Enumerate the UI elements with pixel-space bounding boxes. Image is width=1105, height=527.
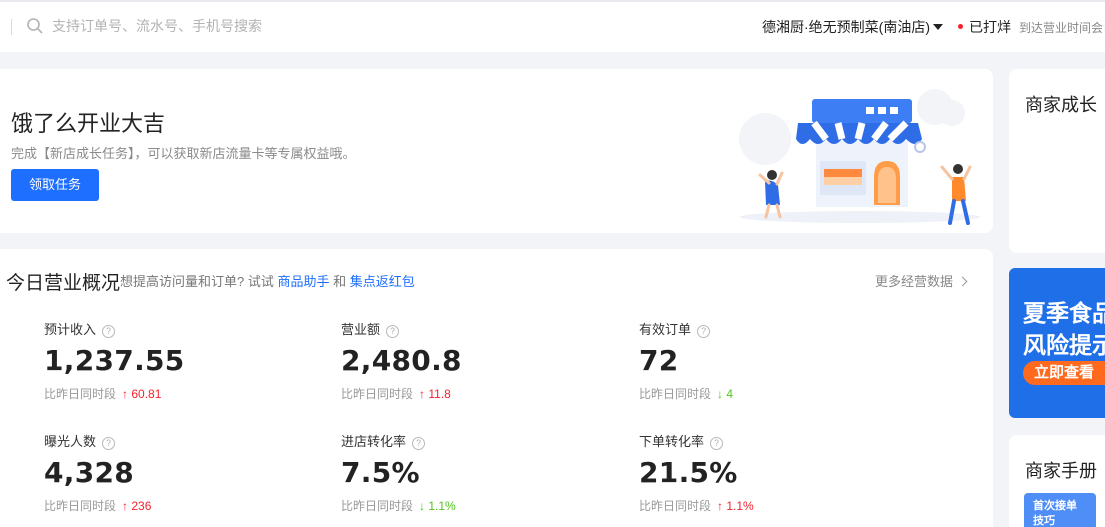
metric-exposure: 曝光人数? 4,328 比昨日同时段 ↑ 236 [44, 431, 324, 514]
metric-delta: 1.1% [726, 499, 754, 513]
banner-description: 完成【新店成长任务】，可以获取新店流量卡等专属权益哦。 [11, 146, 356, 161]
metric-value: 21.5% [639, 456, 738, 489]
help-icon[interactable]: ? [102, 437, 116, 450]
delta-up: ↑ 60.81 [122, 387, 161, 401]
search-input[interactable] [52, 15, 352, 37]
growth-title: 商家成长 [1025, 95, 1097, 115]
arrow-up-icon: ↑ [717, 499, 724, 513]
merchant-manual-card: 商家手册 首次接单 技巧 [1009, 435, 1105, 527]
delta-down: ↓ 4 [717, 387, 733, 401]
arrow-down-icon: ↓ [717, 387, 724, 401]
opening-banner: 饿了么开业大吉 完成【新店成长任务】，可以获取新店流量卡等专属权益哦。 领取任务 [0, 69, 993, 233]
tile-line1: 首次接单 [1033, 500, 1077, 512]
divider [11, 19, 12, 35]
metric-label: 下单转化率 [639, 434, 705, 449]
metric-value: 7.5% [341, 456, 420, 489]
metric-value: 72 [639, 344, 679, 377]
overview-title: 今日营业概况 [6, 273, 121, 294]
claim-task-button[interactable]: 领取任务 [11, 169, 99, 201]
metric-revenue: 营业额? 2,480.8 比昨日同时段 ↑ 11.8 [341, 319, 621, 402]
help-icon[interactable]: ? [386, 325, 400, 338]
metric-label: 有效订单 [639, 322, 692, 337]
metric-value: 2,480.8 [341, 344, 462, 377]
metric-label: 营业额 [341, 322, 381, 337]
help-icon[interactable]: ? [710, 437, 724, 450]
metric-delta: 11.8 [428, 387, 451, 401]
metric-delta: 4 [726, 387, 734, 401]
manual-title: 商家手册 [1025, 461, 1097, 481]
more-business-data-link[interactable]: 更多经营数据 [875, 271, 968, 290]
store-status: 已打烊 [958, 17, 1011, 37]
arrow-down-icon: ↓ [419, 499, 426, 513]
status-dot [958, 24, 963, 29]
compare-label: 比昨日同时段 [44, 499, 117, 513]
banner-title: 饿了么开业大吉 [11, 111, 166, 136]
metric-store-conversion: 进店转化率? 7.5% 比昨日同时段 ↓ 1.1% [341, 431, 621, 514]
promo-line2: 风险提示 [1023, 332, 1105, 358]
today-overview-card: 今日营业概况 想提高访问量和订单? 试试 商品助手 和 集点返红包 更多经营数据… [0, 249, 993, 527]
product-assistant-link[interactable]: 商品助手 [277, 274, 329, 289]
tile-line2: 技巧 [1033, 515, 1055, 527]
delta-up: ↑ 236 [122, 499, 151, 513]
compare-label: 比昨日同时段 [639, 499, 712, 513]
metric-label: 预计收入 [44, 322, 97, 337]
merchant-growth-card: 商家成长 [1009, 69, 1105, 253]
metric-label: 进店转化率 [341, 434, 407, 449]
metric-label: 曝光人数 [44, 434, 97, 449]
status-label: 已打烊 [969, 19, 1011, 35]
arrow-up-icon: ↑ [122, 499, 129, 513]
metric-delta: 60.81 [131, 387, 162, 401]
metric-value: 4,328 [44, 456, 135, 489]
delta-up: ↑ 1.1% [717, 499, 754, 513]
compare-label: 比昨日同时段 [341, 499, 414, 513]
view-now-button[interactable]: 立即查看 [1023, 361, 1105, 385]
points-coupon-link[interactable]: 集点返红包 [350, 274, 415, 289]
more-label: 更多经营数据 [875, 274, 954, 289]
help-icon[interactable]: ? [697, 325, 711, 338]
delta-up: ↑ 11.8 [419, 387, 451, 401]
metric-estimated-income: 预计收入? 1,237.55 比昨日同时段 ↑ 60.81 [44, 319, 324, 402]
top-bar: 德湘厨·绝无预制菜(南油店) 已打烊 到达营业时间会自 [0, 0, 1105, 52]
search-icon [27, 18, 43, 34]
storefront-illustration [739, 89, 980, 225]
metric-delta: 236 [131, 499, 152, 513]
arrow-up-icon: ↑ [122, 387, 129, 401]
compare-label: 比昨日同时段 [44, 387, 117, 401]
metric-order-conversion: 下单转化率? 21.5% 比昨日同时段 ↑ 1.1% [639, 431, 919, 514]
help-icon[interactable]: ? [102, 325, 116, 338]
store-selector[interactable]: 德湘厨·绝无预制菜(南油店) [762, 17, 943, 37]
compare-label: 比昨日同时段 [341, 387, 414, 401]
metric-value: 1,237.55 [44, 344, 185, 377]
arrow-up-icon: ↑ [419, 387, 426, 401]
caret-down-icon [933, 24, 943, 30]
store-name: 德湘厨·绝无预制菜(南油店) [762, 19, 930, 35]
delta-down: ↓ 1.1% [419, 499, 456, 513]
status-note: 到达营业时间会自 [1019, 21, 1105, 35]
promo-line1: 夏季食品 [1023, 300, 1105, 326]
hint-and: 和 [333, 274, 347, 289]
metric-valid-orders: 有效订单? 72 比昨日同时段 ↓ 4 [639, 319, 919, 402]
summer-food-risk-banner[interactable]: 夏季食品 风险提示 立即查看 [1009, 268, 1105, 418]
compare-label: 比昨日同时段 [639, 387, 712, 401]
manual-tile-first-order-tips[interactable]: 首次接单 技巧 [1024, 493, 1096, 527]
hint-prefix: 想提高访问量和订单? 试试 [120, 274, 274, 289]
help-icon[interactable]: ? [412, 437, 426, 450]
chevron-right-icon [957, 276, 968, 287]
overview-hint: 想提高访问量和订单? 试试 商品助手 和 集点返红包 [120, 271, 415, 290]
metric-delta: 1.1% [428, 499, 456, 513]
